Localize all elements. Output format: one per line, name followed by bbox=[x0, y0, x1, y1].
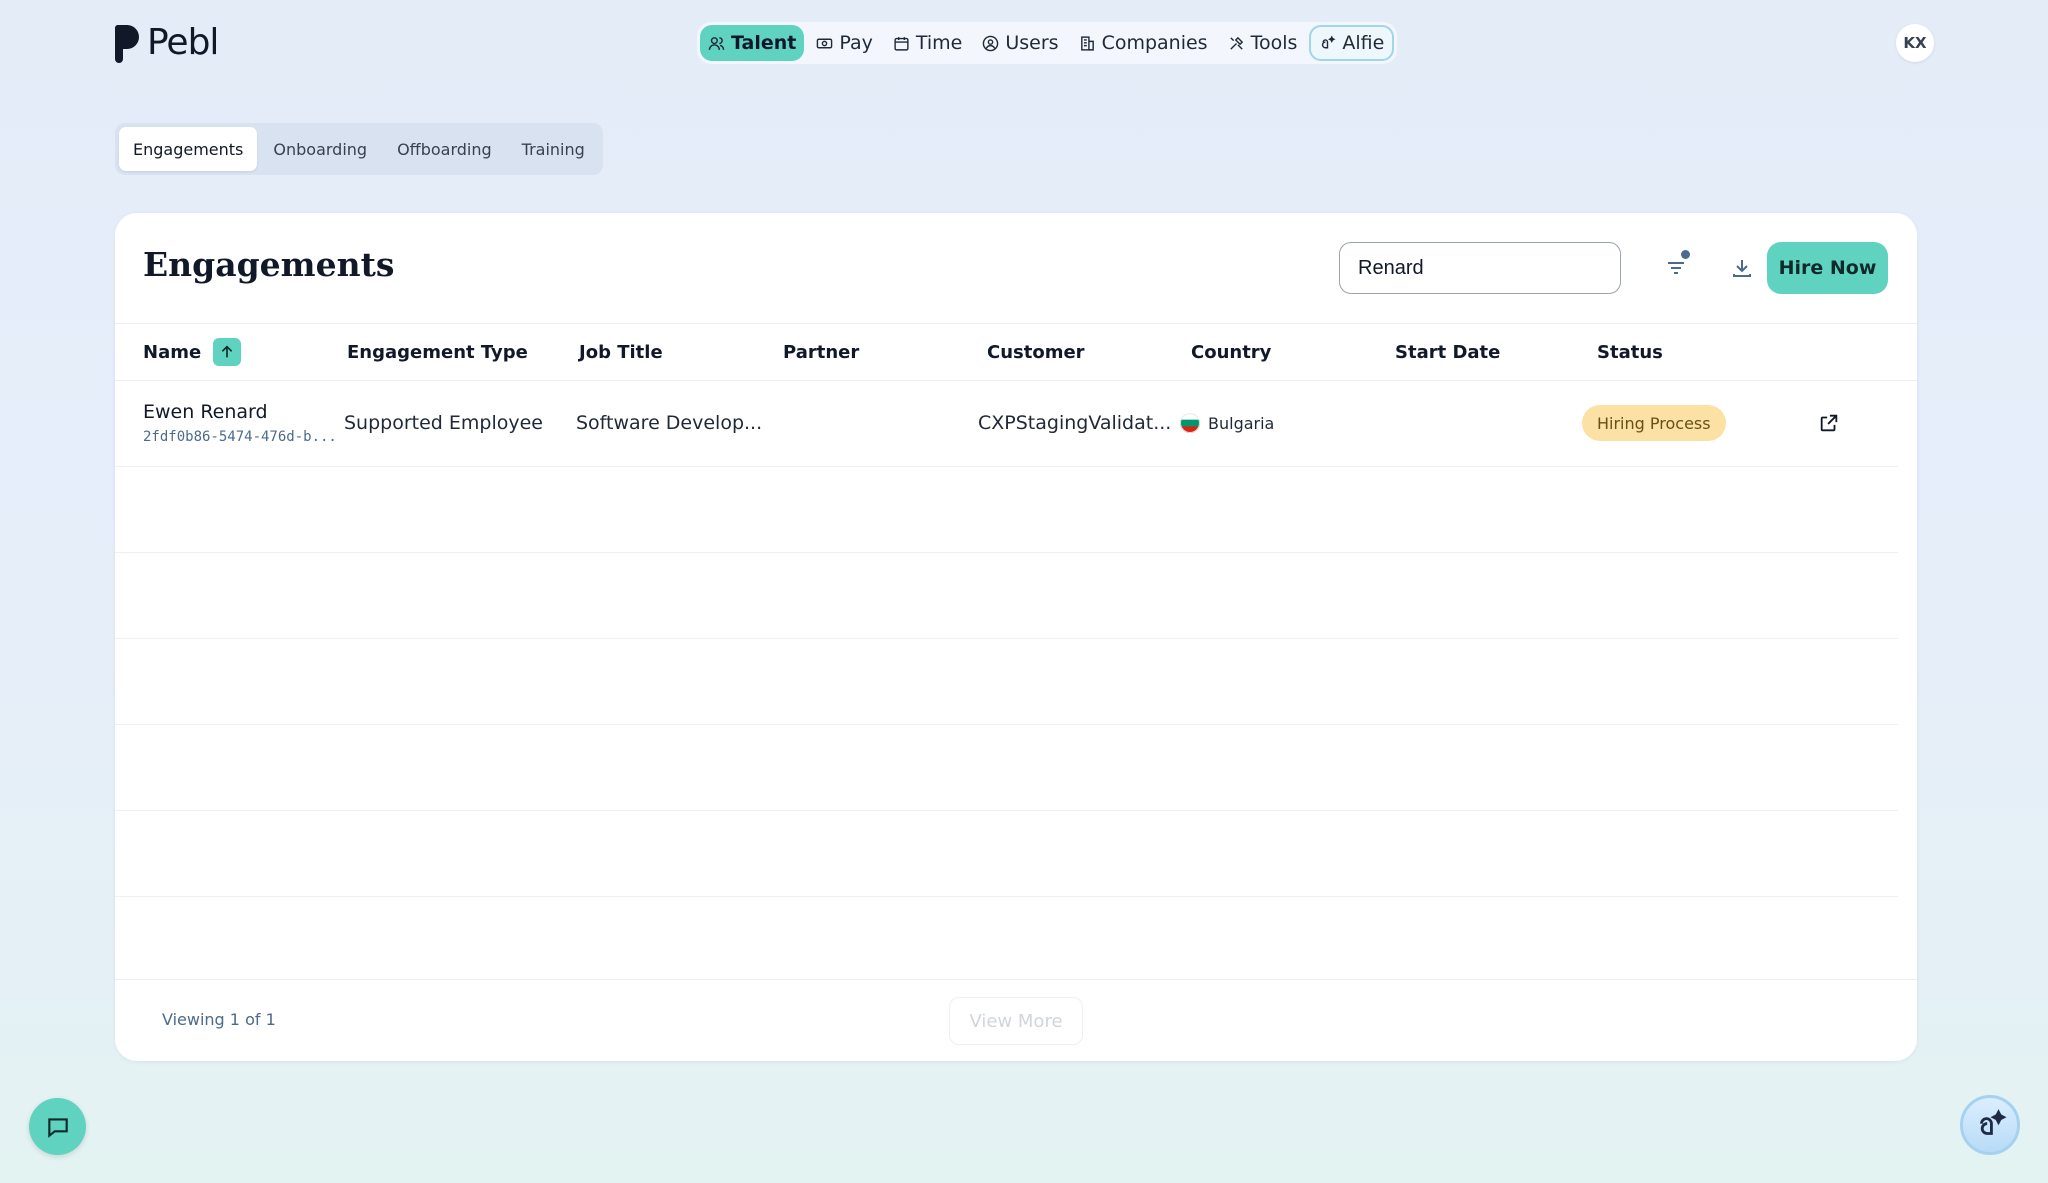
brand-name: Pebl bbox=[147, 22, 219, 63]
cell-actions bbox=[1818, 381, 1840, 465]
alfie-icon bbox=[1322, 35, 1336, 48]
tab-onboarding[interactable]: Onboarding bbox=[259, 127, 381, 171]
column-label: Name bbox=[143, 341, 202, 363]
hire-now-button[interactable]: Hire Now bbox=[1767, 242, 1888, 294]
empty-table-row bbox=[115, 897, 1898, 983]
empty-table-row bbox=[115, 553, 1898, 639]
tab-training[interactable]: Training bbox=[508, 127, 599, 171]
alfie-assistant-button[interactable] bbox=[1960, 1095, 2020, 1155]
sort-ascending-icon[interactable] bbox=[213, 338, 242, 366]
building-icon bbox=[1080, 35, 1094, 51]
search-input[interactable] bbox=[1358, 256, 1623, 280]
tools-icon bbox=[1229, 36, 1243, 50]
open-external-icon[interactable] bbox=[1818, 412, 1840, 434]
column-header-partner[interactable]: Partner bbox=[783, 324, 859, 380]
column-header-status[interactable]: Status bbox=[1597, 324, 1663, 380]
pebl-logo[interactable]: Pebl bbox=[113, 22, 219, 63]
download-button[interactable] bbox=[1722, 248, 1762, 288]
nav-label: Users bbox=[1005, 32, 1059, 54]
column-header-start-date[interactable]: Start Date bbox=[1395, 324, 1500, 380]
column-header-job-title[interactable]: Job Title bbox=[579, 324, 663, 380]
engagement-name: Ewen Renard bbox=[143, 401, 268, 423]
chat-icon bbox=[47, 1117, 68, 1138]
main-nav: Talent Pay Time Users Companies Tools Al… bbox=[697, 22, 1398, 64]
nav-item-pay[interactable]: Pay bbox=[808, 25, 881, 61]
cell-status: Hiring Process bbox=[1582, 381, 1726, 465]
nav-label: Tools bbox=[1250, 32, 1298, 54]
nav-label: Pay bbox=[839, 32, 873, 54]
calendar-icon bbox=[894, 36, 909, 51]
column-header-name[interactable]: Name bbox=[143, 324, 242, 380]
column-header-country[interactable]: Country bbox=[1191, 324, 1271, 380]
alfie-icon bbox=[1980, 1109, 2007, 1135]
filter-button[interactable] bbox=[1656, 248, 1696, 288]
cell-customer: CXPStagingValidat... bbox=[978, 412, 1172, 434]
empty-table-row bbox=[115, 467, 1898, 553]
empty-table-row bbox=[115, 725, 1898, 811]
engagements-card: Engagements Hire Now Name Engagement Typ… bbox=[115, 213, 1917, 1061]
money-icon bbox=[817, 38, 833, 48]
nav-item-time[interactable]: Time bbox=[885, 25, 971, 61]
pebl-logo-icon bbox=[114, 24, 139, 63]
search-box bbox=[1339, 242, 1623, 294]
nav-label: Companies bbox=[1101, 32, 1208, 54]
nav-item-companies[interactable]: Companies bbox=[1071, 25, 1216, 61]
table-header: Name Engagement Type Job Title Partner C… bbox=[115, 323, 1917, 381]
nav-label: Talent bbox=[731, 32, 797, 54]
tab-offboarding[interactable]: Offboarding bbox=[383, 127, 506, 171]
viewing-count: Viewing 1 of 1 bbox=[162, 1010, 276, 1029]
column-header-engagement-type[interactable]: Engagement Type bbox=[347, 324, 528, 380]
empty-table-row bbox=[115, 639, 1898, 725]
table-footer: Viewing 1 of 1 View More bbox=[115, 979, 1917, 1061]
filter-active-indicator bbox=[1681, 250, 1690, 259]
cell-name: Ewen Renard 2fdf0b86-5474-476d-b... bbox=[143, 381, 337, 465]
cell-job-title: Software Develop... bbox=[576, 412, 763, 434]
filter-icon bbox=[1668, 262, 1684, 274]
nav-label: Alfie bbox=[1342, 32, 1385, 54]
user-circle-icon bbox=[983, 35, 999, 51]
table-row[interactable]: Ewen Renard 2fdf0b86-5474-476d-b... Supp… bbox=[115, 381, 1898, 467]
chat-button[interactable] bbox=[29, 1098, 86, 1155]
cell-country: Bulgaria bbox=[1180, 381, 1274, 465]
nav-item-users[interactable]: Users bbox=[974, 25, 1066, 61]
page-title: Engagements bbox=[143, 245, 395, 284]
nav-label: Time bbox=[915, 32, 963, 54]
download-icon bbox=[1733, 260, 1751, 277]
nav-item-alfie[interactable]: Alfie bbox=[1309, 25, 1395, 61]
nav-item-talent[interactable]: Talent bbox=[700, 25, 805, 61]
country-name: Bulgaria bbox=[1208, 413, 1275, 433]
empty-table-row bbox=[115, 811, 1898, 897]
user-avatar[interactable]: KX bbox=[1896, 24, 1934, 62]
cell-engagement-type: Supported Employee bbox=[344, 412, 543, 434]
tab-engagements[interactable]: Engagements bbox=[119, 127, 258, 171]
nav-item-tools[interactable]: Tools bbox=[1220, 25, 1306, 61]
status-badge: Hiring Process bbox=[1582, 405, 1726, 441]
bulgaria-flag-icon bbox=[1180, 413, 1200, 433]
talent-subtabs: Engagements Onboarding Offboarding Train… bbox=[115, 123, 603, 175]
column-header-customer[interactable]: Customer bbox=[987, 324, 1085, 380]
users-icon bbox=[708, 36, 725, 50]
engagement-id: 2fdf0b86-5474-476d-b... bbox=[143, 429, 337, 445]
view-more-button[interactable]: View More bbox=[949, 997, 1083, 1045]
